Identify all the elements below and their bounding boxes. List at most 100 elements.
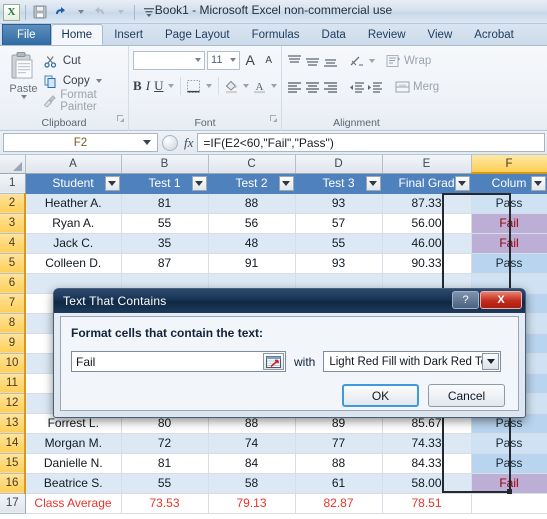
orientation-dropdown-icon[interactable] [367,51,375,71]
cut-button[interactable]: Cut [43,52,124,70]
cell-c16[interactable]: 58 [208,473,296,494]
cell-a4[interactable]: Jack C. [25,233,122,254]
chevron-down-icon[interactable] [21,95,28,99]
row-header-9[interactable]: 9 [0,333,26,354]
borders-dropdown-icon[interactable] [203,76,212,96]
fill-color-button[interactable] [224,76,239,96]
cell-e5[interactable]: 90.33 [382,253,472,274]
filter-dropdown-icon[interactable] [365,175,381,191]
cell-e14[interactable]: 74.33 [382,433,472,454]
merge-and-center-button[interactable]: Merg [394,79,439,95]
cell-b3[interactable]: 55 [121,213,209,234]
format-style-select[interactable]: Light Red Fill with Dark Red Text [323,351,502,372]
table-header-final-grade[interactable]: Final Grad [382,173,472,194]
cell-d14[interactable]: 77 [295,433,383,454]
dialog-title-bar[interactable]: Text That Contains ? X [54,289,525,313]
cell-f4[interactable]: Fail [471,233,547,254]
cell-c5[interactable]: 91 [208,253,296,274]
formula-input[interactable]: =IF(E2<60,"Fail","Pass") [197,133,545,152]
cell-a2[interactable]: Heather A. [25,193,122,214]
grow-font-button[interactable]: A [242,50,259,70]
column-header-a[interactable]: A [25,155,122,174]
cell-d2[interactable]: 93 [295,193,383,214]
align-right-button[interactable] [322,77,339,97]
align-top-button[interactable] [286,51,303,71]
format-painter-button[interactable]: Format Painter [43,89,124,113]
table-header-test2[interactable]: Test 2 [208,173,296,194]
tab-view[interactable]: View [417,24,464,45]
cell-e17[interactable]: 78.51 [382,493,472,514]
chevron-down-icon[interactable] [95,79,102,83]
cell-e3[interactable]: 56.00 [382,213,472,234]
bold-button[interactable]: B [133,76,142,96]
fill-color-dropdown-icon[interactable] [241,76,250,96]
cell-d4[interactable]: 55 [295,233,383,254]
cell-f2[interactable]: Pass [471,193,547,214]
cell-f14[interactable]: Pass [471,433,547,454]
cancel-button[interactable]: Cancel [428,384,505,407]
row-header-3[interactable]: 3 [0,213,26,234]
insert-function-toggle-icon[interactable] [162,134,178,151]
orientation-button[interactable] [349,51,366,71]
chevron-down-icon[interactable] [143,140,151,145]
cell-b2[interactable]: 81 [121,193,209,214]
cell-b5[interactable]: 87 [121,253,209,274]
borders-button[interactable] [186,76,201,96]
row-header-11[interactable]: 11 [0,373,26,394]
align-middle-button[interactable] [304,51,321,71]
select-all-corner[interactable] [0,155,26,174]
cell-f5[interactable]: Pass [471,253,547,274]
cell-e4[interactable]: 46.00 [382,233,472,254]
cell-f17[interactable] [471,493,547,514]
clipboard-dialog-launcher-icon[interactable] [116,110,125,128]
row-header-2[interactable]: 2 [0,193,26,214]
text-criteria-input[interactable]: Fail [71,351,286,372]
cell-c3[interactable]: 56 [208,213,296,234]
filter-dropdown-icon[interactable] [530,176,546,191]
tab-insert[interactable]: Insert [103,24,154,45]
tab-file[interactable]: File [2,24,51,45]
cell-a5[interactable]: Colleen D. [25,253,122,274]
font-size-input[interactable]: 11 [207,50,240,70]
table-header-column[interactable]: Colum [471,173,547,194]
column-header-f[interactable]: F [471,155,547,174]
underline-dropdown-icon[interactable] [165,76,174,96]
align-center-button[interactable] [304,77,321,97]
cell-c2[interactable]: 88 [208,193,296,214]
filter-dropdown-icon[interactable] [278,175,294,191]
column-header-e[interactable]: E [382,155,472,174]
tab-data[interactable]: Data [311,24,357,45]
font-color-dropdown-icon[interactable] [269,76,277,96]
range-select-icon[interactable] [263,353,284,370]
row-header-16[interactable]: 16 [0,473,26,494]
cell-a3[interactable]: Ryan A. [25,213,122,234]
shrink-font-button[interactable]: A [260,50,277,70]
row-header-6[interactable]: 6 [0,273,26,294]
cell-f16[interactable]: Fail [471,473,547,494]
cell-e15[interactable]: 84.33 [382,453,472,474]
font-name-input[interactable] [133,50,206,70]
cell-b4[interactable]: 35 [121,233,209,254]
cell-f15[interactable]: Pass [471,453,547,474]
tab-review[interactable]: Review [357,24,417,45]
align-bottom-button[interactable] [322,51,339,71]
row-header-17[interactable]: 17 [0,493,26,514]
cell-c14[interactable]: 74 [208,433,296,454]
font-color-button[interactable]: A [252,76,267,96]
row-header-14[interactable]: 14 [0,433,26,454]
close-button[interactable]: X [480,291,522,309]
row-header-7[interactable]: 7 [0,293,26,314]
tab-formulas[interactable]: Formulas [241,24,311,45]
cell-b15[interactable]: 81 [121,453,209,474]
tab-acrobat[interactable]: Acrobat [463,24,525,45]
chevron-down-icon[interactable] [195,58,202,62]
column-header-d[interactable]: D [295,155,383,174]
chevron-down-icon[interactable] [482,353,500,370]
filter-dropdown-icon[interactable] [104,175,120,191]
row-header-12[interactable]: 12 [0,393,26,414]
cell-f3[interactable]: Fail [471,213,547,234]
tab-home[interactable]: Home [50,24,104,45]
cell-e16[interactable]: 58.00 [382,473,472,494]
font-dialog-launcher-icon[interactable] [269,110,278,128]
name-box[interactable]: F2 [3,133,158,152]
